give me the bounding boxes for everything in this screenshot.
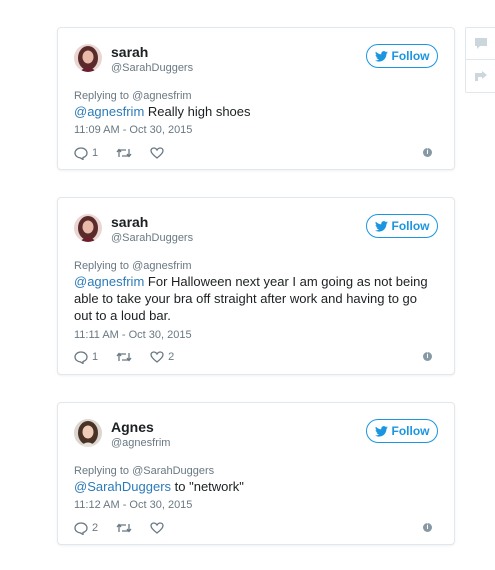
- mention-link[interactable]: @agnesfrim: [74, 104, 144, 119]
- reply-count: 2: [92, 522, 99, 534]
- follow-label: Follow: [391, 424, 430, 438]
- tweet-text: @agnesfrim For Halloween next year I am …: [74, 273, 436, 324]
- follow-button[interactable]: Follow: [366, 214, 438, 238]
- side-comment-button[interactable]: [466, 28, 495, 60]
- replying-to: Replying to @SarahDuggers: [74, 465, 215, 477]
- side-toolbar: [465, 27, 495, 93]
- tweet-card: sarah @SarahDuggers Follow Replying to @…: [57, 197, 455, 375]
- heart-icon: [150, 147, 164, 159]
- tweet-actions: 2 i: [74, 520, 438, 536]
- tweet-text: @agnesfrim Really high shoes: [74, 103, 436, 120]
- page: sarah @SarahDuggers Follow Replying to @…: [0, 0, 495, 570]
- like-button[interactable]: [150, 147, 168, 159]
- retweet-button[interactable]: [116, 522, 132, 534]
- author-handle[interactable]: @SarahDuggers: [111, 61, 193, 75]
- follow-button[interactable]: Follow: [366, 44, 438, 68]
- tweet-body: to "network": [171, 479, 244, 494]
- like-button[interactable]: 2: [150, 351, 174, 363]
- reply-button[interactable]: 1: [74, 350, 99, 364]
- heart-icon: [150, 522, 164, 534]
- info-icon[interactable]: i: [423, 352, 432, 361]
- replying-to: Replying to @agnesfrim: [74, 260, 192, 272]
- author-name[interactable]: sarah: [111, 44, 148, 61]
- mention-link[interactable]: @SarahDuggers: [74, 479, 171, 494]
- reply-count: 1: [92, 147, 99, 159]
- reply-icon: [74, 146, 88, 160]
- heart-icon: [150, 351, 164, 363]
- tweet-text: @SarahDuggers to "network": [74, 478, 436, 495]
- side-share-button[interactable]: [466, 60, 495, 92]
- twitter-bird-icon: [374, 220, 388, 232]
- mention-link[interactable]: @agnesfrim: [74, 274, 144, 289]
- follow-label: Follow: [391, 49, 430, 63]
- retweet-icon: [116, 523, 132, 533]
- avatar[interactable]: [74, 419, 102, 447]
- reply-icon: [74, 521, 88, 535]
- avatar[interactable]: [74, 214, 102, 242]
- like-button[interactable]: [150, 522, 168, 534]
- avatar[interactable]: [74, 44, 102, 72]
- like-count: 2: [168, 351, 175, 363]
- twitter-bird-icon: [374, 425, 388, 437]
- tweet-actions: 1 i: [74, 145, 438, 161]
- twitter-bird-icon: [374, 50, 388, 62]
- retweet-button[interactable]: [116, 351, 132, 363]
- reply-icon: [74, 350, 88, 364]
- tweet-card: Agnes @agnesfrim Follow Replying to @Sar…: [57, 402, 455, 545]
- retweet-icon: [116, 148, 132, 158]
- follow-label: Follow: [391, 219, 430, 233]
- replying-to: Replying to @agnesfrim: [74, 90, 192, 102]
- timestamp[interactable]: 11:09 AM - Oct 30, 2015: [74, 123, 192, 137]
- comment-icon: [475, 38, 487, 49]
- retweet-button[interactable]: [116, 147, 132, 159]
- share-icon: [475, 71, 487, 81]
- info-icon[interactable]: i: [423, 523, 432, 532]
- timestamp[interactable]: 11:12 AM - Oct 30, 2015: [74, 498, 192, 512]
- author-handle[interactable]: @agnesfrim: [111, 436, 170, 450]
- reply-button[interactable]: 2: [74, 521, 99, 535]
- tweet-card: sarah @SarahDuggers Follow Replying to @…: [57, 27, 455, 170]
- timestamp[interactable]: 11:11 AM - Oct 30, 2015: [74, 328, 192, 342]
- tweet-actions: 1 2 i: [74, 349, 438, 365]
- reply-button[interactable]: 1: [74, 146, 99, 160]
- reply-count: 1: [92, 351, 99, 363]
- author-name[interactable]: Agnes: [111, 419, 154, 436]
- tweet-body: Really high shoes: [144, 104, 251, 119]
- author-handle[interactable]: @SarahDuggers: [111, 231, 193, 245]
- follow-button[interactable]: Follow: [366, 419, 438, 443]
- author-name[interactable]: sarah: [111, 214, 148, 231]
- info-icon[interactable]: i: [423, 148, 432, 157]
- retweet-icon: [116, 352, 132, 362]
